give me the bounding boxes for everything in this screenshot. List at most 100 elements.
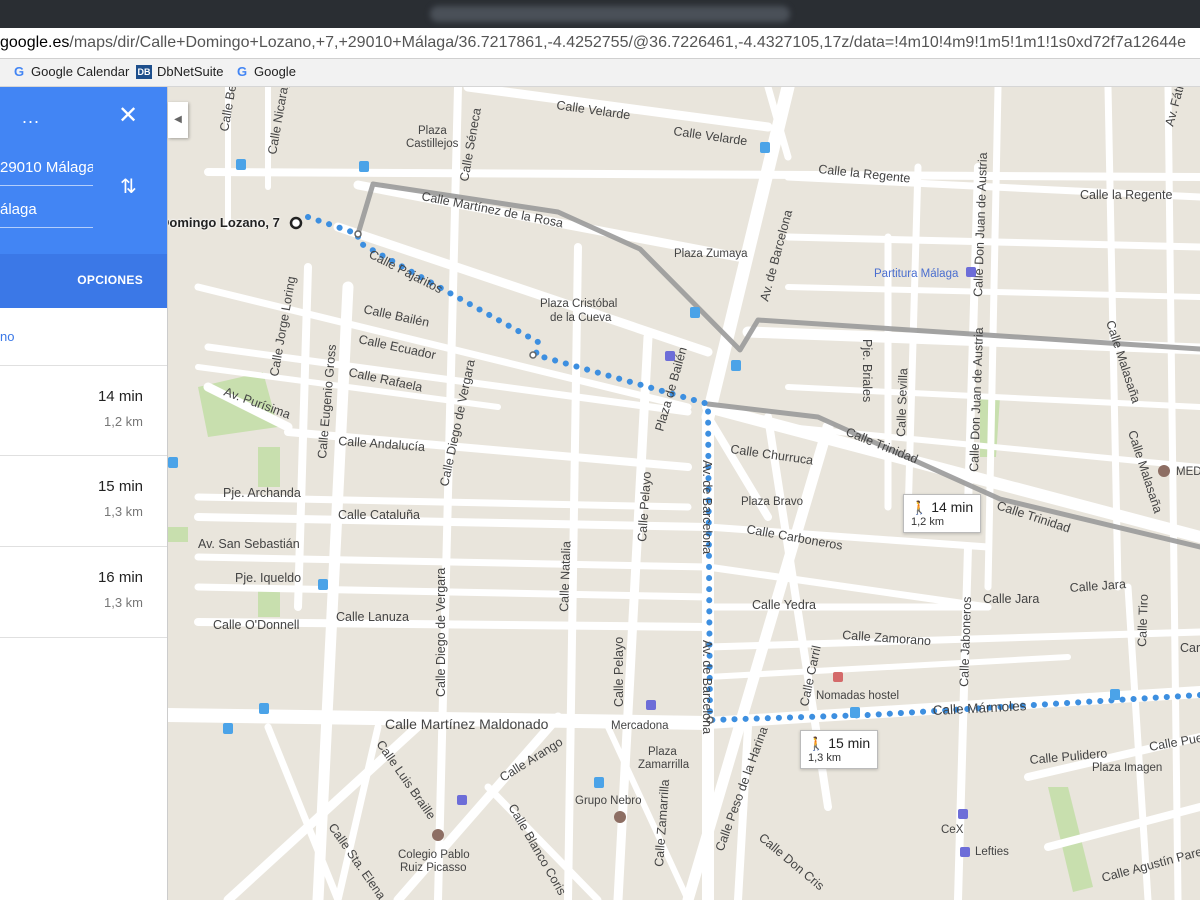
close-icon[interactable]: ✕ [118,104,138,128]
bus-stop-icon [223,723,233,734]
route-box-distance: 1,2 km [911,516,945,528]
street-label: Calle O'Donnell [213,618,299,632]
route-distance: 1,2 km [103,414,143,429]
address-bar[interactable]: google.es/maps/dir/Calle+Domingo+Lozano,… [0,28,1200,59]
poi-label: Mercadona [611,720,669,732]
street-label: Calle Martínez Maldonado [385,716,549,732]
bus-stop-icon [1110,689,1120,700]
school-icon [1158,465,1170,477]
poi-label: Plaza [418,125,447,137]
route-distance: 1,3 km [103,595,143,610]
bus-stop-icon [731,360,741,371]
poi-label: MED [1176,466,1200,478]
route-time-box[interactable]: 🚶 15 min 1,3 km [800,730,879,769]
more-options-icon[interactable]: ... [22,107,40,128]
street-label: Calle Lanuza [336,610,409,624]
route-time-box[interactable]: 🚶 14 min 1,2 km [903,494,982,533]
street-label: Cari [1180,641,1200,655]
bus-stop-icon [690,307,700,318]
dbnetsuite-icon: DB [136,64,152,79]
street-label: Calle Sevilla [894,368,910,437]
street-label: Calle Diego de Vergara [434,568,448,697]
origin-marker-icon[interactable] [289,216,303,230]
street-label: Calle la Regente [1080,188,1172,202]
route-time: 15 min [97,478,143,495]
street-label: Calle Tiro [1135,594,1151,647]
shopping-bag-icon [457,795,467,805]
blurred-title [430,6,790,22]
bus-stop-icon [594,777,604,788]
directions-header: ... ✕ 29010 Málaga álaga ⇅ OPCIONES [0,87,167,308]
bus-stop-icon [318,579,328,590]
bookmarks-bar: G Google Calendar DB DbNetSuite G Google [0,59,1200,87]
poi-label: Castillejos [406,138,459,150]
poi-label: CeX [941,824,964,836]
shopping-bag-icon [960,847,970,857]
poi-label: Plaza Zumaya [674,248,748,260]
bus-stop-icon [359,161,369,172]
poi-label: Zamarrilla [638,759,690,771]
bookmark-label: DbNetSuite [157,64,224,79]
details-link[interactable]: no [0,329,14,344]
collapse-panel-button[interactable]: ◀ [168,102,188,138]
bus-stop-icon [259,703,269,714]
bus-stop-icon [850,707,860,718]
shopping-bag-icon [665,351,675,361]
bus-stop-icon [236,159,246,170]
map-svg[interactable]: Calle Velarde Calle Velarde Calle Martín… [168,87,1200,900]
shopping-cart-icon [646,700,656,710]
street-label: Pje. Archanda [223,486,301,500]
poi-label: Nomadas hostel [816,690,899,702]
street-label: Av. San Sebastián [198,537,300,551]
options-bar: OPCIONES [0,254,167,308]
poi-label: Colegio Pablo [398,849,470,861]
shopping-bag-icon [958,809,968,819]
poi-label: Plaza Bravo [741,496,803,508]
route-waypoint [529,351,537,359]
bookmark-label: Google Calendar [31,64,130,79]
route-waypoint [354,230,362,238]
map-canvas[interactable]: Calle Velarde Calle Velarde Calle Martín… [168,87,1200,900]
bookmark-google-calendar[interactable]: G Google Calendar [12,64,129,79]
route-box-time: 15 min [828,735,871,751]
shopping-bag-icon [966,267,976,277]
poi-label: Plaza [648,746,677,758]
street-label: Pje. Iqueldo [235,571,301,585]
street-label: Pje. Briales [860,339,874,402]
hotel-icon [833,672,843,682]
route-option[interactable]: 14 min 1,2 km [0,365,167,456]
route-option[interactable]: 16 min 1,3 km [0,546,167,638]
route-box-time: 14 min [931,499,974,515]
origin-field[interactable]: 29010 Málaga [0,159,93,186]
google-g-icon: G [236,63,248,79]
bookmark-dbnetsuite[interactable]: DB DbNetSuite [136,64,223,79]
route-time: 14 min [97,388,143,405]
street-label: Calle Natalia [557,541,573,612]
walking-icon: 🚶 [911,500,928,515]
poi-label: Plaza Cristóbal [540,298,617,310]
poi-label: Grupo Nebro [575,795,641,807]
bookmark-label: Google [254,64,296,79]
url-text[interactable]: google.es/maps/dir/Calle+Domingo+Lozano,… [0,34,1186,52]
walking-icon: 🚶 [808,736,825,751]
school-icon [614,811,626,823]
route-distance: 1,3 km [103,504,143,519]
destination-field[interactable]: álaga [0,201,93,228]
route-time: 16 min [97,569,143,586]
opciones-button[interactable]: OPCIONES [77,273,143,287]
poi-label: de la Cueva [550,312,612,324]
route-box-distance: 1,3 km [808,752,842,764]
street-label: Av. de Barcelona [700,460,714,554]
poi-label: Plaza Imagen [1092,762,1162,774]
route-option[interactable]: 15 min 1,3 km [0,455,167,546]
bookmark-google[interactable]: G Google [235,64,296,79]
poi-label: Lefties [975,846,1009,858]
directions-panel: ... ✕ 29010 Málaga álaga ⇅ OPCIONES no 1… [0,87,168,900]
origin-label[interactable]: Domingo Lozano, 7 [168,215,280,230]
park-area [258,447,280,487]
street-label: Av. de Barcelona [700,640,714,734]
poi-label: Partitura Málaga [874,268,959,280]
school-icon [432,829,444,841]
street-label: Calle Jara [983,592,1039,606]
swap-icon[interactable]: ⇅ [120,177,137,197]
